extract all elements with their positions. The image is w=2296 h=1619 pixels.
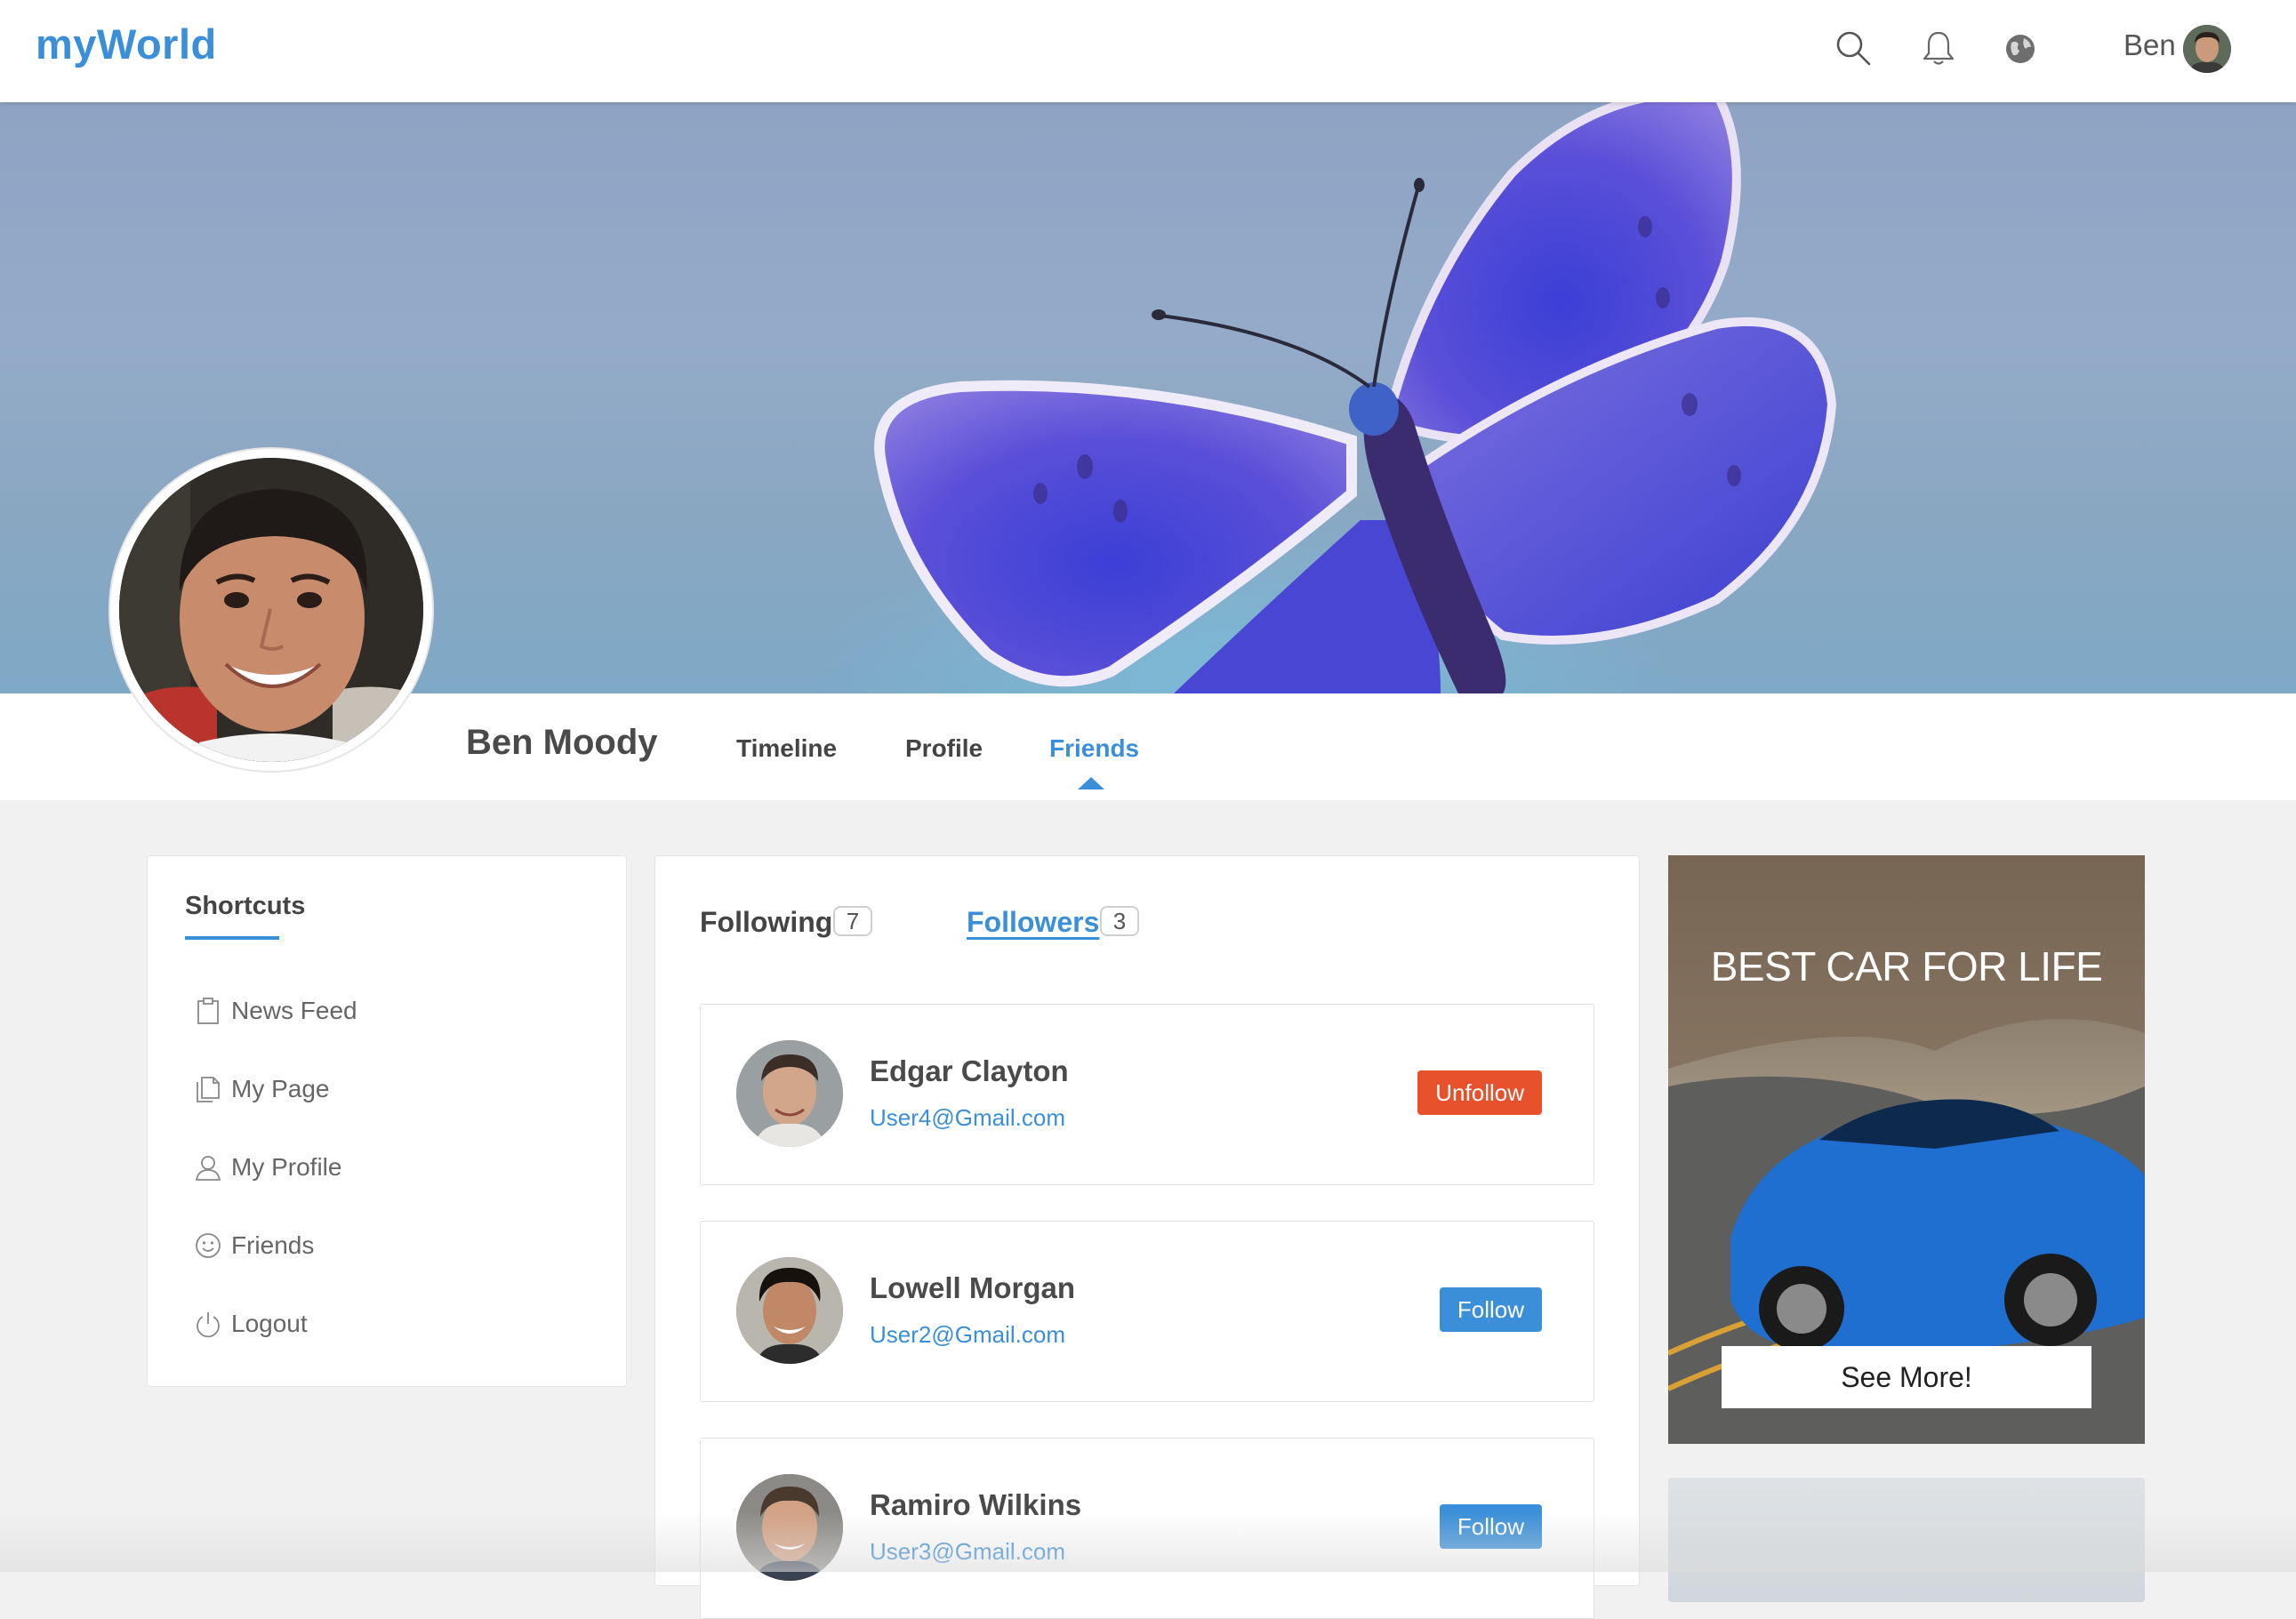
top-navbar: myWorld Ben (0, 0, 2296, 102)
smiley-icon (196, 1233, 221, 1258)
followers-count-badge: 3 (1100, 906, 1139, 936)
shortcut-label: Friends (231, 1231, 315, 1259)
shortcut-news-feed[interactable]: News Feed (194, 993, 585, 1032)
clipboard-icon (197, 998, 219, 1024)
profile-avatar[interactable] (110, 449, 432, 771)
tab-timeline[interactable]: Timeline (736, 734, 837, 763)
friend-card: Edgar Clayton User4@Gmail.com Unfollow (700, 1004, 1594, 1185)
shortcut-my-profile[interactable]: My Profile (194, 1150, 585, 1189)
unfollow-button[interactable]: Unfollow (1417, 1070, 1542, 1115)
shortcuts-title: Shortcuts (185, 892, 306, 920)
shortcut-label: Logout (231, 1310, 308, 1337)
shortcut-label: My Profile (231, 1153, 342, 1181)
shortcut-friends[interactable]: Friends (194, 1228, 585, 1267)
follow-button[interactable]: Follow (1439, 1287, 1542, 1332)
shortcut-label: News Feed (231, 997, 357, 1024)
friend-name: Edgar Clayton (870, 1054, 1069, 1087)
shortcuts-panel: Shortcuts News Feed My Page My Profile F… (147, 855, 627, 1387)
app-logo[interactable]: myWorld (36, 20, 217, 68)
tab-followers[interactable]: Followers (967, 906, 1099, 939)
search-icon[interactable] (1834, 28, 1873, 68)
friends-panel: Following 7 Followers 3 Edgar Clayton Us… (654, 855, 1640, 1619)
tab-friends[interactable]: Friends (1049, 734, 1139, 763)
see-more-button[interactable]: See More! (1722, 1346, 2091, 1408)
user-name[interactable]: Ben (2123, 28, 2176, 62)
friend-name: Ramiro Wilkins (870, 1488, 1082, 1521)
pages-icon (197, 1077, 220, 1102)
friend-email[interactable]: User3@Gmail.com (870, 1538, 1065, 1566)
friend-avatar[interactable] (736, 1257, 843, 1364)
friend-email[interactable]: User2@Gmail.com (870, 1321, 1065, 1349)
shortcut-label: My Page (231, 1075, 330, 1102)
friend-avatar[interactable] (736, 1474, 843, 1581)
user-avatar[interactable] (2183, 25, 2231, 73)
bell-icon[interactable] (1919, 28, 1958, 68)
friend-name: Lowell Morgan (870, 1271, 1075, 1304)
follow-button[interactable]: Follow (1439, 1504, 1542, 1549)
user-icon (195, 1156, 221, 1181)
active-tab-indicator (1078, 777, 1104, 789)
power-icon (197, 1312, 220, 1338)
tab-profile[interactable]: Profile (905, 734, 983, 763)
following-count-badge: 7 (833, 906, 872, 936)
car-advertisement[interactable]: BEST CAR FOR LIFE See More! (1668, 855, 2145, 1444)
friend-card: Lowell Morgan User2@Gmail.com Follow (700, 1221, 1594, 1402)
friend-avatar[interactable] (736, 1040, 843, 1147)
friend-card: Ramiro Wilkins User3@Gmail.com Follow (700, 1438, 1594, 1619)
secondary-ad[interactable] (1668, 1478, 2145, 1602)
shortcut-my-page[interactable]: My Page (194, 1071, 585, 1110)
ad-title: BEST CAR FOR LIFE (1710, 943, 2103, 990)
profile-name: Ben Moody (466, 723, 658, 762)
friend-email[interactable]: User4@Gmail.com (870, 1104, 1065, 1132)
globe-icon[interactable] (2003, 32, 2037, 66)
tab-following[interactable]: Following (700, 906, 832, 939)
shortcut-logout[interactable]: Logout (194, 1306, 585, 1345)
shortcuts-title-underline (185, 936, 279, 940)
